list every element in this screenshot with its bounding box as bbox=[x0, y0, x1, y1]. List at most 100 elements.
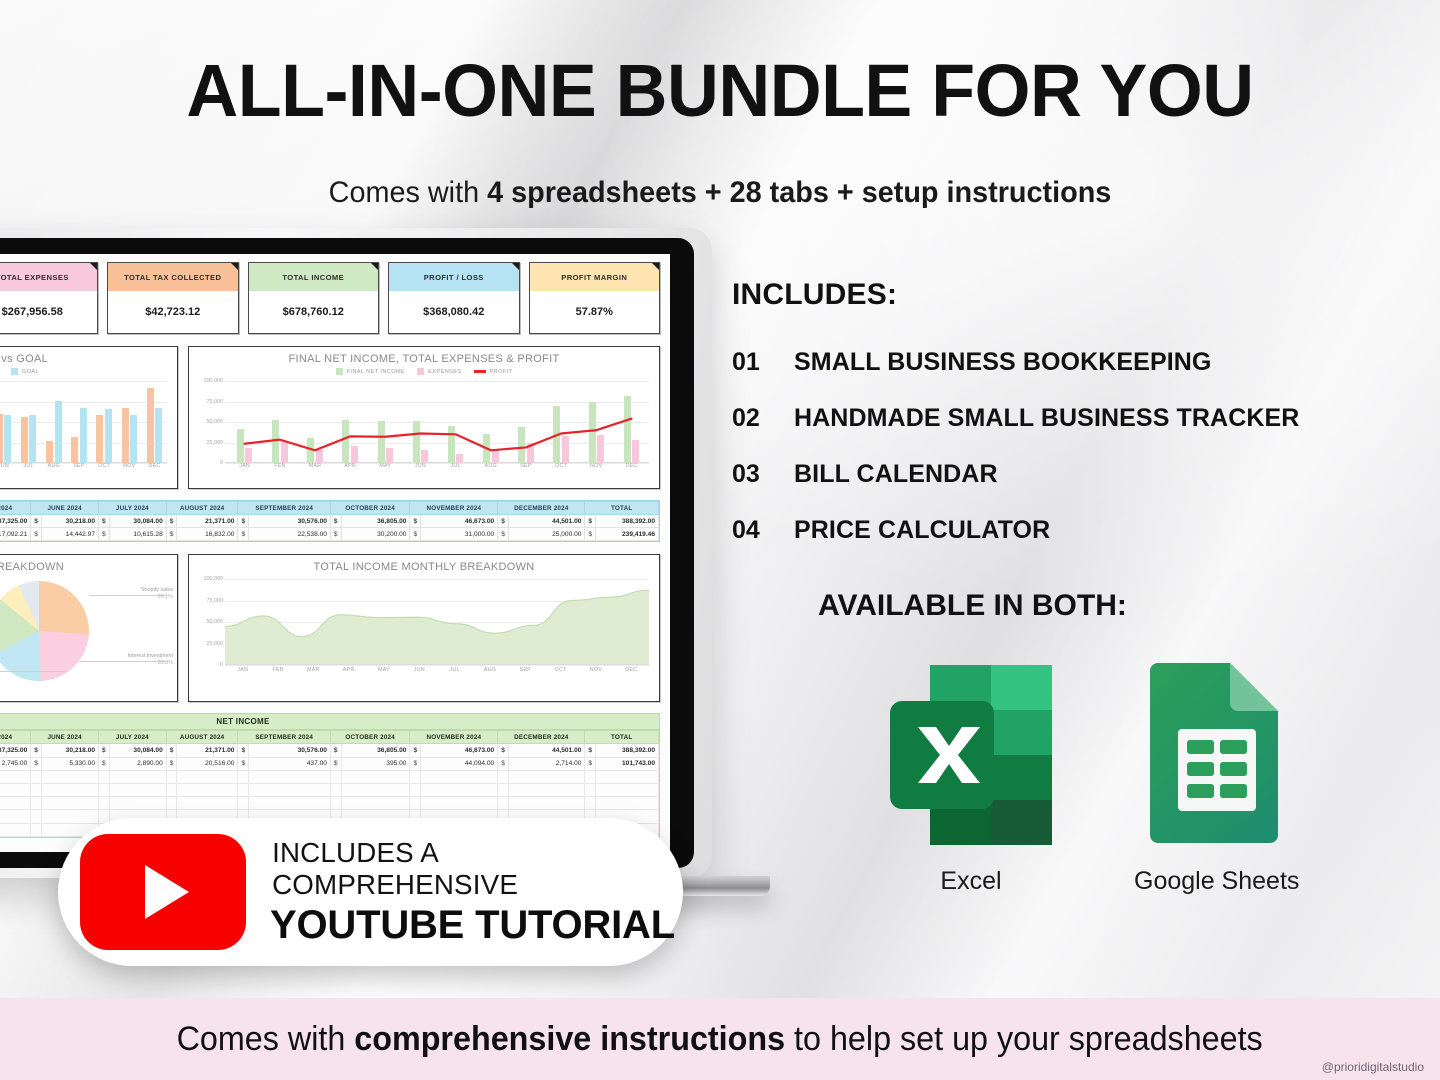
currency-symbol: $ bbox=[165, 513, 178, 529]
includes-list-item: 01 SMALL BUSINESS BOOKKEEPING bbox=[732, 348, 1422, 377]
kpi-card[interactable]: TOTAL INCOME $678,760.12 bbox=[247, 262, 379, 334]
item-number: 01 bbox=[732, 348, 760, 376]
currency-symbol bbox=[584, 769, 597, 784]
table-cell bbox=[340, 769, 411, 784]
x-axis-tick: SEP bbox=[73, 463, 85, 469]
kpi-card[interactable]: TOTAL EXPENSES $267,956.58 bbox=[0, 262, 98, 334]
x-axis-tick: DEC bbox=[148, 463, 161, 469]
table-cell: 37,325.00 bbox=[0, 743, 32, 758]
currency-symbol: $ bbox=[584, 513, 597, 529]
table-row[interactable]: $13,620.37$19,126.06$17,092.21$14,442.97… bbox=[0, 527, 659, 542]
table-row[interactable]: $3,900.00$2,470.00$2,745.00$5,330.00$2,8… bbox=[0, 756, 659, 771]
kpi-card[interactable]: PROFIT / LOSS $368,080.42 bbox=[388, 262, 520, 334]
banner-text: Comes with comprehensive instructions to… bbox=[177, 1020, 1263, 1059]
table-row[interactable]: $20,013.00$34,392.00$37,325.00$30,218.00… bbox=[0, 513, 659, 529]
table-row[interactable]: $20,013.00$34,392.00$37,325.00$30,218.00… bbox=[0, 743, 659, 758]
table-cell: 16,832.00 bbox=[176, 527, 239, 542]
income-breakdown-chart: INCOME BREAKDOWN Shopify sales26.1% Inter… bbox=[0, 554, 178, 703]
item-label: SMALL BUSINESS BOOKKEEPING bbox=[794, 348, 1212, 376]
currency-symbol bbox=[98, 769, 110, 784]
bar bbox=[20, 417, 28, 463]
table-cell bbox=[248, 769, 331, 784]
kpi-label: PROFIT MARGIN bbox=[529, 263, 659, 291]
laptop-lid: ET INCOME,037.00TOTAL EXPENSES$267,956.5… bbox=[0, 228, 712, 878]
y-axis-tick: 0 bbox=[220, 662, 223, 669]
table-cell: 10,615.28 bbox=[108, 527, 167, 542]
currency-symbol bbox=[98, 796, 110, 811]
table-cell: 44,501.00 bbox=[507, 743, 586, 758]
kpi-value: $267,956.58 bbox=[1, 306, 63, 318]
chart-plot-area: 0 25,000 50,000 75,000 100,000 JAN FEB MAR APR MA… bbox=[195, 378, 653, 475]
youtube-tutorial-badge[interactable]: INCLUDES A COMPREHENSIVE YOUTUBE TUTORIA… bbox=[58, 818, 683, 966]
table-cell: 44,501.00 bbox=[507, 513, 586, 529]
currency-symbol bbox=[98, 782, 110, 798]
table-cell bbox=[248, 782, 331, 798]
table-row[interactable]: $9,441.00 bbox=[0, 782, 659, 798]
y-axis-tick: 0 bbox=[220, 460, 223, 466]
kpi-card[interactable]: PROFIT MARGIN 57.87% bbox=[528, 262, 660, 334]
table-column-header: MAY 2024 bbox=[0, 501, 32, 515]
x-axis-tick: SEP bbox=[520, 463, 532, 469]
currency-symbol bbox=[165, 782, 178, 798]
bottom-banner: Comes with comprehensive instructions to… bbox=[0, 998, 1440, 1080]
badge-line-1: INCLUDES A COMPREHENSIVE bbox=[272, 836, 519, 900]
currency-symbol: $ bbox=[237, 513, 250, 529]
table-cell: 14,442.97 bbox=[40, 527, 100, 542]
currency-symbol bbox=[237, 769, 250, 784]
kpi-card[interactable]: TOTAL TAX COLLECTED $42,723.12 bbox=[107, 262, 239, 334]
bar bbox=[79, 408, 87, 463]
badge-line-2: YOUTUBE TUTORIAL bbox=[270, 902, 675, 947]
x-axis-tick: FEB bbox=[274, 463, 286, 469]
currency-symbol bbox=[497, 782, 509, 798]
table-cell: 437.00 bbox=[248, 756, 331, 771]
net-income-table-title: NET INCOME bbox=[0, 714, 659, 731]
youtube-play-icon bbox=[80, 834, 246, 950]
x-axis-tick: JAN bbox=[239, 463, 250, 469]
bar-group bbox=[92, 381, 117, 463]
table-cell bbox=[0, 822, 32, 837]
table-cell bbox=[40, 782, 100, 798]
table-row[interactable]: $1,185.00 bbox=[0, 769, 659, 784]
platform-google-sheets: Google Sheets bbox=[1134, 657, 1299, 896]
currency-symbol bbox=[584, 796, 597, 811]
spreadsheet-dashboard: ET INCOME,037.00TOTAL EXPENSES$267,956.5… bbox=[0, 254, 670, 852]
currency-symbol bbox=[409, 782, 422, 798]
item-label: HANDMADE SMALL BUSINESS TRACKER bbox=[794, 404, 1300, 432]
currency-symbol: $ bbox=[329, 513, 342, 529]
cell-corner-icon bbox=[230, 263, 238, 270]
x-axis-tick: MAY bbox=[378, 667, 390, 674]
table-cell bbox=[108, 796, 167, 811]
x-axis-tick: AUG bbox=[484, 463, 497, 469]
platform-label: Google Sheets bbox=[1134, 867, 1300, 895]
currency-symbol: $ bbox=[497, 513, 509, 529]
banner-bold: comprehensive instructions bbox=[354, 1019, 786, 1058]
pie-slices bbox=[0, 581, 89, 682]
table-row[interactable]: $1,010.00 bbox=[0, 796, 659, 811]
table-column-header: JUNE 2024 bbox=[30, 730, 99, 745]
includes-list-item: 03 BILL CALENDAR bbox=[732, 460, 1422, 489]
chart-legend: PROFIT GOAL bbox=[0, 368, 177, 375]
x-axis-tick: NOV bbox=[123, 463, 136, 469]
table-cell bbox=[176, 782, 239, 798]
table-cell: 395.00 bbox=[340, 756, 411, 771]
table-column-header: JULY 2024 bbox=[98, 501, 167, 515]
table-header-row: MARCH 2024APRIL 2024MAY 2024JUNE 2024JUL… bbox=[0, 501, 659, 515]
table-cell bbox=[0, 809, 32, 824]
table-cell: 36,805.00 bbox=[340, 743, 411, 758]
pie-plot-area: Shopify sales 26.1% Interest investment 23.… bbox=[0, 575, 177, 687]
table-cell bbox=[595, 796, 659, 811]
table-column-header: OCTOBER 2024 bbox=[329, 501, 411, 515]
bar bbox=[46, 440, 54, 463]
table-cell: 21,371.00 bbox=[176, 743, 239, 758]
currency-symbol: $ bbox=[98, 743, 110, 758]
currency-symbol: $ bbox=[584, 743, 597, 758]
table-cell bbox=[0, 782, 32, 798]
chart-title: PROFIT vs GOAL bbox=[0, 353, 48, 365]
currency-symbol: $ bbox=[497, 527, 509, 542]
platform-label: Excel bbox=[940, 867, 1002, 895]
currency-symbol bbox=[329, 769, 342, 784]
axis-line bbox=[225, 664, 649, 666]
currency-symbol: $ bbox=[237, 743, 250, 758]
table-cell: 30,084.00 bbox=[108, 513, 167, 529]
table-column-header: NOVEMBER 2024 bbox=[409, 501, 499, 515]
